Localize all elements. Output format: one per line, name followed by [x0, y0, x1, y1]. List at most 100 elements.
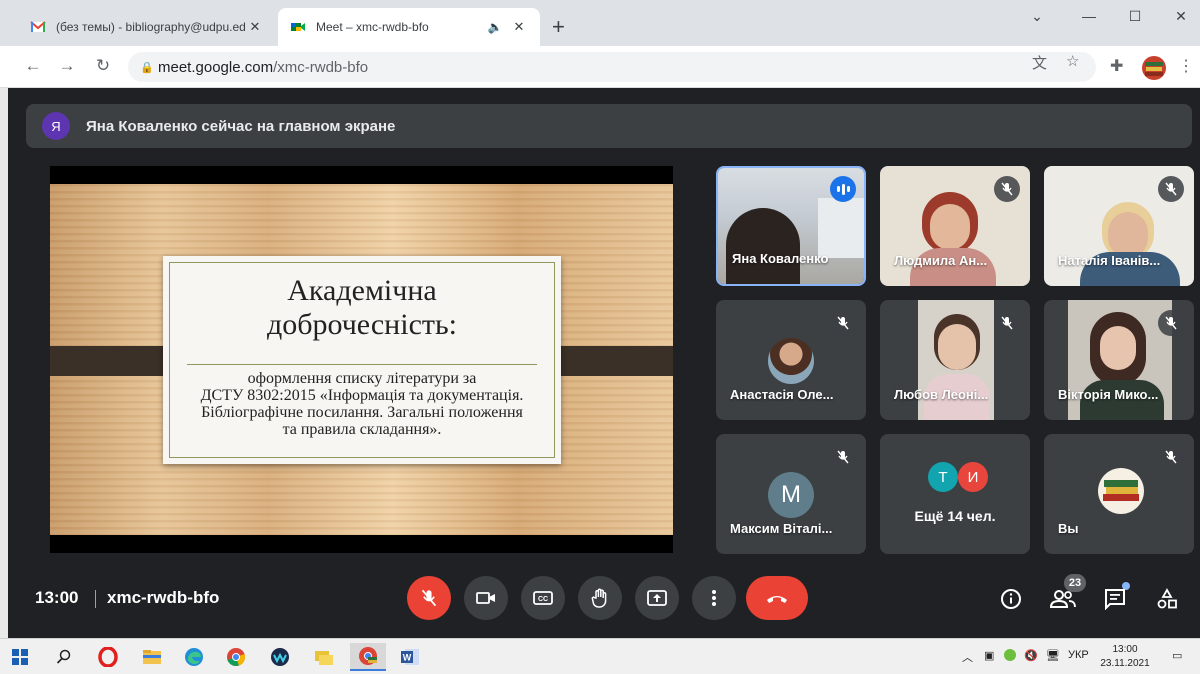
- minimize-button[interactable]: —: [1066, 8, 1112, 24]
- browser-toolbar: ← → ↻ 🔒 meet.google.com/xmc-rwdb-bfo 文 ☆…: [0, 46, 1200, 88]
- file-explorer-icon[interactable]: [134, 643, 170, 671]
- people-button[interactable]: [1048, 584, 1078, 614]
- close-window-button[interactable]: ✕: [1158, 8, 1200, 25]
- close-icon[interactable]: ✕: [510, 19, 528, 35]
- browser-menu-icon[interactable]: ⋮: [1178, 56, 1194, 76]
- chrome-icon[interactable]: [218, 643, 254, 671]
- tab-meet[interactable]: Meet – xmc-rwdb-bfo 🔈 ✕: [278, 8, 540, 46]
- participant-name: Людмила Ан...: [894, 253, 988, 268]
- speaking-indicator-icon: [830, 176, 856, 202]
- gmail-icon: [30, 21, 46, 32]
- mic-off-icon: [1158, 310, 1184, 336]
- speaker-icon[interactable]: 🔈: [486, 20, 504, 34]
- tab-gmail[interactable]: (без темы) - bibliography@udpu.edu.ua ✕: [18, 8, 276, 46]
- people-icon: [1050, 590, 1076, 608]
- participant-tile[interactable]: Людмила Ан...: [880, 166, 1030, 286]
- info-icon: [1001, 589, 1021, 609]
- camera-icon: [476, 592, 495, 604]
- edge-icon[interactable]: [176, 643, 212, 671]
- participant-name: Любов Леоні...: [894, 387, 989, 402]
- slide-card: Академічна доброчесність: оформлення спи…: [163, 256, 561, 464]
- translate-icon[interactable]: 文: [1032, 52, 1047, 73]
- lock-icon: 🔒: [140, 61, 154, 74]
- chrome-profile-icon[interactable]: [350, 643, 386, 671]
- meeting-code: xmc-rwdb-bfo: [107, 588, 220, 607]
- language-indicator[interactable]: УКР: [1068, 649, 1089, 661]
- present-button[interactable]: [635, 576, 679, 620]
- meet-area: Я Яна Коваленко сейчас на главном экране…: [8, 88, 1200, 638]
- meeting-time: 13:00: [35, 588, 79, 607]
- reload-icon[interactable]: ↻: [92, 56, 114, 76]
- avatar: [768, 338, 814, 384]
- participant-name: Яна Коваленко: [732, 251, 829, 266]
- more-avatars: Т И: [928, 462, 988, 492]
- participant-name: Наталія Іванів...: [1058, 253, 1161, 268]
- desktop-edge: [0, 88, 8, 638]
- folders-icon[interactable]: [306, 643, 342, 671]
- mic-off-icon: [994, 310, 1020, 336]
- webex-icon[interactable]: [262, 643, 298, 671]
- maximize-button[interactable]: ☐: [1112, 8, 1158, 25]
- activities-icon: [1157, 588, 1177, 609]
- new-tab-button[interactable]: +: [552, 16, 565, 38]
- self-tile[interactable]: Вы: [1044, 434, 1194, 554]
- tab-search-icon[interactable]: ⌄: [1014, 8, 1060, 25]
- more-options-button[interactable]: [692, 576, 736, 620]
- back-icon[interactable]: ←: [22, 56, 44, 76]
- slide-band-right: [548, 346, 673, 376]
- tray-green-icon[interactable]: [1004, 649, 1016, 664]
- address-bar[interactable]: 🔒 meet.google.com/xmc-rwdb-bfo: [128, 52, 1096, 82]
- system-clock[interactable]: 13:00 23.11.2021: [1098, 643, 1152, 671]
- volume-muted-icon[interactable]: 🔇: [1024, 649, 1038, 662]
- mic-off-icon: [1158, 444, 1184, 470]
- chat-icon: [1105, 589, 1125, 610]
- raise-hand-button[interactable]: [578, 576, 622, 620]
- forward-icon[interactable]: →: [56, 56, 78, 76]
- slide: Академічна доброчесність: оформлення спи…: [50, 184, 673, 535]
- notifications-icon[interactable]: ▭: [1172, 649, 1182, 662]
- participant-name: Анастасія Оле...: [730, 387, 834, 402]
- profile-avatar[interactable]: [1142, 56, 1166, 80]
- participant-tile[interactable]: Вікторія Мико...: [1044, 300, 1194, 420]
- mic-toggle-button[interactable]: [407, 576, 451, 620]
- opera-icon[interactable]: [90, 643, 126, 671]
- more-vert-icon: [712, 590, 716, 606]
- hand-icon: [591, 588, 607, 608]
- camera-toggle-button[interactable]: [464, 576, 508, 620]
- network-icon[interactable]: 🖥: [1046, 649, 1060, 662]
- activities-button[interactable]: [1152, 584, 1182, 614]
- participant-name: Вы: [1058, 521, 1079, 536]
- avatar: M: [768, 472, 814, 518]
- tray-app-icon[interactable]: ▣: [984, 649, 994, 662]
- leave-call-button[interactable]: [746, 576, 808, 620]
- search-icon[interactable]: [46, 643, 82, 671]
- extensions-icon[interactable]: ✚: [1110, 56, 1123, 76]
- tab-title: (без темы) - bibliography@udpu.edu.ua: [56, 20, 246, 34]
- slide-title: Академічна доброчесність:: [266, 274, 458, 341]
- windows-start-icon[interactable]: [2, 643, 38, 671]
- more-participants-tile[interactable]: Т И Ещё 14 чел.: [880, 434, 1030, 554]
- captions-icon: CC: [533, 591, 553, 605]
- mic-off-icon: [830, 310, 856, 336]
- participant-tile[interactable]: Яна Коваленко: [716, 166, 866, 286]
- mic-off-icon: [421, 589, 437, 607]
- word-icon[interactable]: W: [392, 643, 428, 671]
- tray-expand-icon[interactable]: ︿: [962, 649, 973, 665]
- close-icon[interactable]: ✕: [246, 19, 264, 35]
- captions-button[interactable]: CC: [521, 576, 565, 620]
- participant-tile[interactable]: Анастасія Оле...: [716, 300, 866, 420]
- presentation-view[interactable]: Академічна доброчесність: оформлення спи…: [50, 166, 673, 553]
- chat-button[interactable]: [1100, 584, 1130, 614]
- mic-off-icon: [830, 444, 856, 470]
- mic-off-icon: [994, 176, 1020, 202]
- participant-tile[interactable]: M Максим Віталі...: [716, 434, 866, 554]
- presenting-banner: Я Яна Коваленко сейчас на главном экране: [26, 104, 1192, 148]
- slide-body: оформлення списку літератури за ДСТУ 830…: [200, 370, 524, 438]
- avatar: Т: [928, 462, 958, 492]
- participant-tile[interactable]: Любов Леоні...: [880, 300, 1030, 420]
- svg-text:CC: CC: [538, 596, 548, 603]
- bookmark-star-icon[interactable]: ☆: [1066, 52, 1079, 70]
- meeting-info-button[interactable]: [996, 584, 1026, 614]
- participant-name: Максим Віталі...: [730, 521, 833, 536]
- participant-tile[interactable]: Наталія Іванів...: [1044, 166, 1194, 286]
